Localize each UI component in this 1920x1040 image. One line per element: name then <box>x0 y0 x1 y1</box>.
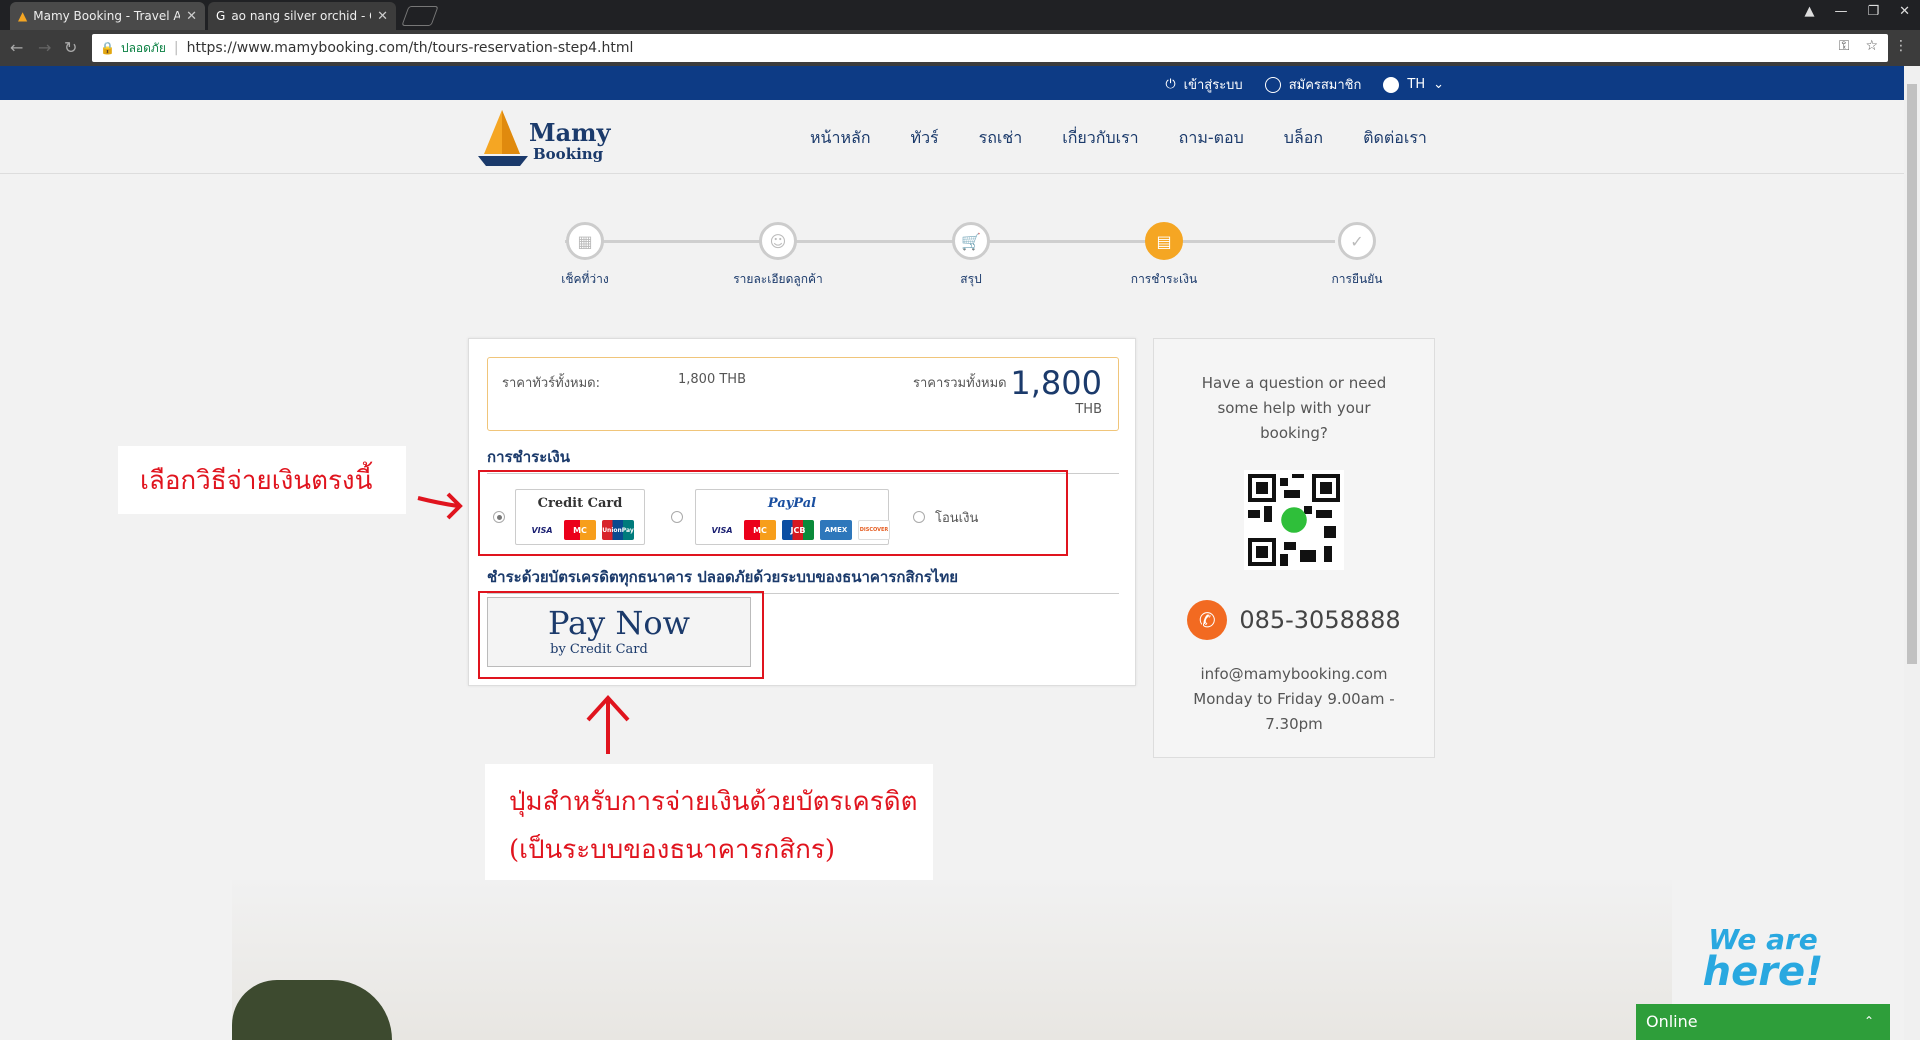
page-scrollbar[interactable] <box>1904 66 1920 1040</box>
address-bar-row: ← → ↻ 🔒 ปลอดภัย | https://www.mamybookin… <box>0 30 1920 66</box>
nav-tours[interactable]: ทัวร์ <box>911 126 939 151</box>
step-label: เช็คที่ว่าง <box>561 272 609 286</box>
site-header: Mamy Booking หน้าหลัก ทัวร์ รถเช่า เกี่ย… <box>0 100 1904 174</box>
help-panel: Have a question or need some help with y… <box>1153 338 1435 758</box>
sailboat-logo-icon <box>478 110 528 166</box>
tour-price-label: ราคาทัวร์ทั้งหมด: <box>502 376 601 391</box>
user-circle-icon <box>1264 76 1281 93</box>
arrow-right-icon <box>417 492 463 520</box>
flag-icon <box>1383 76 1400 93</box>
pay-now-highlight <box>478 591 764 679</box>
browser-menu-icon[interactable]: ⋮ <box>1894 38 1908 54</box>
step-customer-details: ☺ รายละเอียดลูกค้า <box>708 222 848 289</box>
online-chat-bar[interactable]: Online ⌃ <box>1636 1004 1890 1040</box>
check-icon: ✓ <box>1338 222 1376 260</box>
url-bar[interactable]: 🔒 ปลอดภัย | https://www.mamybooking.com/… <box>92 34 1888 62</box>
price-summary-box: ราคาทัวร์ทั้งหมด: 1,800 THB ราคารวมทั้งห… <box>487 357 1119 431</box>
logo-text-mamy: Mamy <box>529 118 611 147</box>
help-question: Have a question or need some help with y… <box>1201 374 1387 442</box>
annotation-line-1: ปุ่มสำหรับการจ่ายเงินด้วยบัตรเครดิต <box>509 787 918 817</box>
step-label: การชำระเงิน <box>1130 272 1198 286</box>
tab-title: Mamy Booking - Travel A <box>33 9 181 23</box>
site-logo[interactable]: Mamy Booking <box>476 108 616 168</box>
register-label: สมัครสมาชิก <box>1288 78 1362 93</box>
back-icon[interactable]: ← <box>10 38 23 57</box>
step-label: สรุป <box>960 272 982 286</box>
profile-icon[interactable]: ▲ <box>1804 4 1814 19</box>
close-window-icon[interactable]: ✕ <box>1899 4 1910 19</box>
login-link[interactable]: ⏻ เข้าสู่ระบบ <box>1165 74 1242 95</box>
step-summary: 🛒 สรุป <box>901 222 1041 289</box>
star-icon[interactable]: ☆ <box>1865 38 1878 54</box>
cart-icon: 🛒 <box>952 222 990 260</box>
annotation-pay-button-note: ปุ่มสำหรับการจ่ายเงินด้วยบัตรเครดิต (เป็… <box>485 764 933 894</box>
user-icon: ☺ <box>759 222 797 260</box>
phone-row[interactable]: ✆ 085-3058888 <box>1154 600 1434 640</box>
we-are-here-badge[interactable]: We are here! <box>1688 924 1838 1000</box>
annotation-line-2: (เป็นระบบของธนาคารกสิกร) <box>509 835 835 865</box>
scrollbar-thumb[interactable] <box>1907 84 1917 664</box>
step-check-availability: ▦ เช็คที่ว่าง <box>515 222 655 289</box>
key-icon[interactable]: ⚿ <box>1839 38 1850 54</box>
browser-tab-bar: ▲ Mamy Booking - Travel A ✕ G ao nang si… <box>0 0 1920 30</box>
step-payment: ▤ การชำระเงิน <box>1094 222 1234 289</box>
tab-title: ao nang silver orchid - G <box>231 9 372 23</box>
close-tab-icon[interactable]: ✕ <box>377 9 388 24</box>
register-link[interactable]: สมัครสมาชิก <box>1264 74 1362 95</box>
forward-icon[interactable]: → <box>38 38 51 57</box>
secure-label: ปลอดภัย <box>120 40 166 55</box>
step-label: การยืนยัน <box>1331 272 1383 286</box>
new-tab-button[interactable] <box>401 6 439 26</box>
nav-faq[interactable]: ถาม-ตอบ <box>1179 126 1244 151</box>
url-separator: | <box>173 40 179 56</box>
window-controls: ▲ — ❐ ✕ <box>1804 4 1910 19</box>
total-currency: THB <box>1075 402 1102 417</box>
calendar-icon: ▦ <box>566 222 604 260</box>
restore-icon[interactable]: ❐ <box>1867 4 1879 19</box>
booking-progress-steps: ▦ เช็คที่ว่าง ☺ รายละเอียดลูกค้า 🛒 สรุป … <box>520 222 1382 292</box>
language-label: TH <box>1407 77 1426 92</box>
step-confirmation: ✓ การยืนยัน <box>1287 222 1427 289</box>
payment-icon: ▤ <box>1145 222 1183 260</box>
lock-icon: 🔒 <box>100 41 115 55</box>
step-label: รายละเอียดลูกค้า <box>733 272 823 286</box>
chat-status: Online <box>1646 1012 1698 1031</box>
chevron-up-icon: ⌃ <box>1863 1014 1874 1028</box>
annotation-choose-method: เลือกวิธีจ่ายเงินตรงนี้ <box>118 446 406 514</box>
limestone-island-shape <box>232 980 392 1040</box>
main-nav: หน้าหลัก ทัวร์ รถเช่า เกี่ยวกับเรา ถาม-ต… <box>810 126 1427 151</box>
credit-card-section-title: ชำระด้วยบัตรเครดิตทุกธนาคาร ปลอดภัยด้วยร… <box>487 565 1119 594</box>
phone-icon: ✆ <box>1187 600 1228 640</box>
contact-email[interactable]: info@mamybooking.com <box>1154 662 1434 687</box>
line-qr-code-icon <box>1244 470 1344 570</box>
logo-text-booking: Booking <box>533 145 604 163</box>
language-selector[interactable]: TH ⌄ <box>1383 76 1444 93</box>
url-text: https://www.mamybooking.com/th/tours-res… <box>186 40 634 56</box>
tab-google-search[interactable]: G ao nang silver orchid - G ✕ <box>208 2 396 30</box>
mamy-favicon-icon: ▲ <box>18 9 28 23</box>
minimize-icon[interactable]: — <box>1834 4 1847 19</box>
total-price-label: ราคารวมทั้งหมด <box>913 376 1007 391</box>
nav-contact[interactable]: ติดต่อเรา <box>1363 126 1427 151</box>
phone-number: 085-3058888 <box>1239 606 1401 634</box>
reload-icon[interactable]: ↻ <box>64 38 77 57</box>
badge-line-2: here! <box>1702 949 1824 995</box>
total-price-value: 1,800 <box>1010 364 1102 402</box>
office-hours: Monday to Friday 9.00am - 7.30pm <box>1193 690 1395 733</box>
nav-car-rental[interactable]: รถเช่า <box>979 126 1023 151</box>
chevron-down-icon: ⌄ <box>1433 77 1444 92</box>
nav-home[interactable]: หน้าหลัก <box>810 126 871 151</box>
site-top-bar: ⏻ เข้าสู่ระบบ สมัครสมาชิก TH ⌄ <box>0 66 1904 100</box>
tab-mamy-booking[interactable]: ▲ Mamy Booking - Travel A ✕ <box>10 2 205 30</box>
google-favicon-icon: G <box>216 9 226 23</box>
close-tab-icon[interactable]: ✕ <box>186 9 197 24</box>
tour-price-value: 1,800 THB <box>678 372 746 387</box>
payment-options-highlight <box>478 470 1068 556</box>
login-label: เข้าสู่ระบบ <box>1183 78 1243 93</box>
nav-about[interactable]: เกี่ยวกับเรา <box>1062 126 1138 151</box>
power-icon: ⏻ <box>1165 77 1176 92</box>
arrow-up-icon <box>586 695 630 754</box>
nav-blog[interactable]: บล็อก <box>1284 126 1323 151</box>
background-scenery-image <box>232 880 1672 1040</box>
